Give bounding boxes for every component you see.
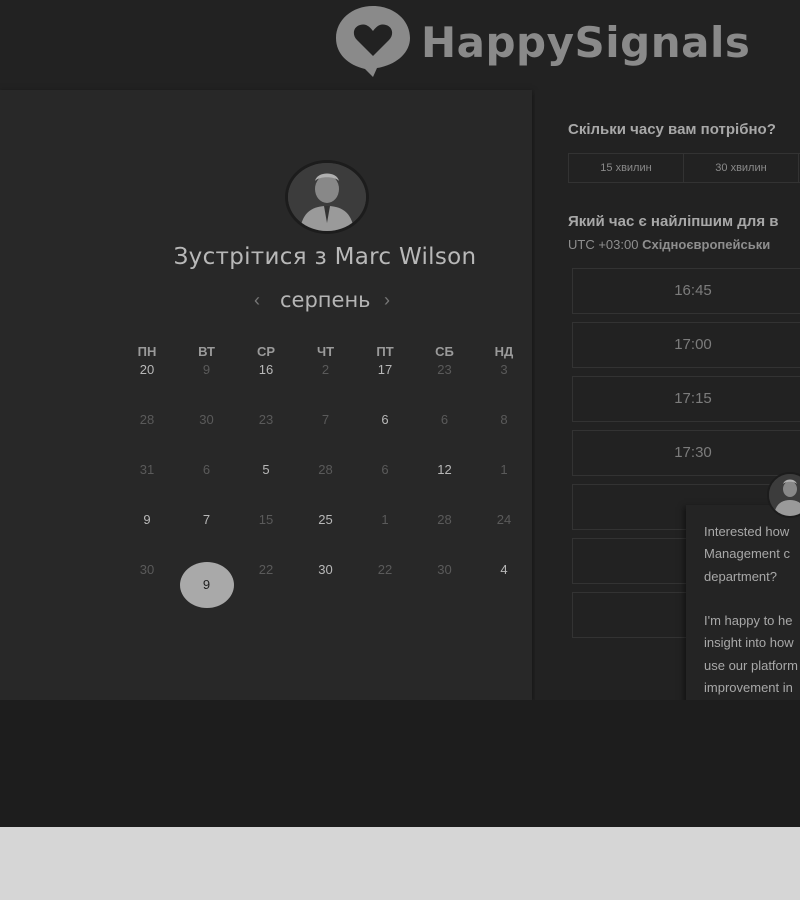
calendar-day[interactable]: 28 xyxy=(118,412,176,427)
chevron-left-icon[interactable]: ‹ xyxy=(254,290,260,311)
calendar-day[interactable]: 20 xyxy=(118,362,176,377)
calendar-day[interactable]: 30 xyxy=(416,562,474,577)
calendar-day[interactable]: 23 xyxy=(416,362,474,377)
time-slot[interactable]: 16:45 xyxy=(572,268,800,314)
calendar-day[interactable]: 30 xyxy=(118,562,176,577)
person-photo-icon xyxy=(288,163,366,231)
calendar-day[interactable]: 15 xyxy=(237,512,295,527)
calendar-day[interactable]: 1 xyxy=(475,462,533,477)
calendar-grid: 20 9 16 2 17 23 3 28 30 23 7 6 6 8 31 6 5 28 6 12 1 9 7 15 25 1 28… xyxy=(118,362,533,608)
calendar-day[interactable]: 1 xyxy=(356,512,414,527)
weekday-label: СР xyxy=(256,344,276,359)
calendar-day[interactable]: 12 xyxy=(416,462,474,477)
month-label: серпень xyxy=(280,288,371,312)
host-avatar xyxy=(285,160,369,234)
page-bottom xyxy=(0,700,800,827)
happysignals-logo[interactable]: HappySignals xyxy=(333,4,750,78)
chat-message-1: Interested how Management c department? xyxy=(704,524,790,584)
timezone-offset: UTC +03:00 xyxy=(568,237,639,252)
host-name: Marc Wilson xyxy=(334,244,477,270)
duration-option-15[interactable]: 15 хвилин xyxy=(568,153,684,183)
calendar-day[interactable]: 22 xyxy=(237,562,295,577)
calendar-day[interactable]: 9 xyxy=(178,362,236,377)
weekday-label: ВТ xyxy=(198,344,215,359)
calendar-day[interactable]: 7 xyxy=(297,412,355,427)
brand-name: HappySignals xyxy=(421,18,751,67)
calendar-day[interactable]: 3 xyxy=(475,362,533,377)
calendar-day[interactable]: 6 xyxy=(416,412,474,427)
duration-question: Скільки часу вам потрібно? xyxy=(568,121,776,138)
calendar-day[interactable]: 23 xyxy=(237,412,295,427)
weekday-label: СБ xyxy=(435,344,454,359)
calendar-day[interactable]: 30 xyxy=(178,412,236,427)
meeting-title-prefix: Зустрітися з xyxy=(173,244,327,270)
calendar-day[interactable]: 4 xyxy=(475,562,533,577)
calendar-day[interactable]: 17 xyxy=(356,362,414,377)
calendar-day[interactable]: 28 xyxy=(416,512,474,527)
calendar-day[interactable]: 24 xyxy=(475,512,533,527)
person-photo-icon xyxy=(769,474,800,516)
calendar-day[interactable]: 31 xyxy=(118,462,176,477)
calendar-day[interactable]: 28 xyxy=(297,462,355,477)
timezone-name: Східноєвропейськи xyxy=(642,237,771,252)
page-footer xyxy=(0,827,800,900)
calendar-day[interactable]: 25 xyxy=(297,512,355,527)
calendar-day[interactable]: 7 xyxy=(178,512,236,527)
chevron-right-icon[interactable]: › xyxy=(384,290,390,311)
calendar-day[interactable]: 16 xyxy=(237,362,295,377)
timezone-label[interactable]: UTC +03:00 Східноєвропейськи xyxy=(568,237,770,252)
calendar-day[interactable]: 9 xyxy=(118,512,176,527)
calendar-day[interactable]: 30 xyxy=(297,562,355,577)
duration-option-30[interactable]: 30 хвилин xyxy=(683,153,799,183)
calendar-day[interactable]: 5 xyxy=(237,462,295,477)
weekday-label: ПН xyxy=(137,344,157,359)
calendar-day[interactable]: 6 xyxy=(178,462,236,477)
weekday-label: НД xyxy=(494,344,514,359)
calendar-day[interactable]: 2 xyxy=(297,362,355,377)
time-slot[interactable]: 17:00 xyxy=(572,322,800,368)
page-header: HappySignals xyxy=(0,0,800,90)
weekday-header: ПН ВТ СР ЧТ ПТ СБ НД xyxy=(118,344,532,362)
calendar-day[interactable]: 22 xyxy=(356,562,414,577)
calendar-day[interactable]: 8 xyxy=(475,412,533,427)
month-navigation: ‹ серпень › xyxy=(240,288,410,316)
weekday-label: ПТ xyxy=(376,344,394,359)
heart-speech-bubble-icon xyxy=(336,6,410,77)
calendar-day[interactable]: 6 xyxy=(356,412,414,427)
time-slot[interactable]: 17:15 xyxy=(572,376,800,422)
time-slot[interactable]: 17:30 xyxy=(572,430,800,476)
weekday-label: ЧТ xyxy=(316,344,335,359)
time-question: Який час є найліпшим для в xyxy=(568,213,779,230)
calendar-day[interactable]: 6 xyxy=(356,462,414,477)
calendar-day-selected[interactable]: 9 xyxy=(179,562,234,608)
